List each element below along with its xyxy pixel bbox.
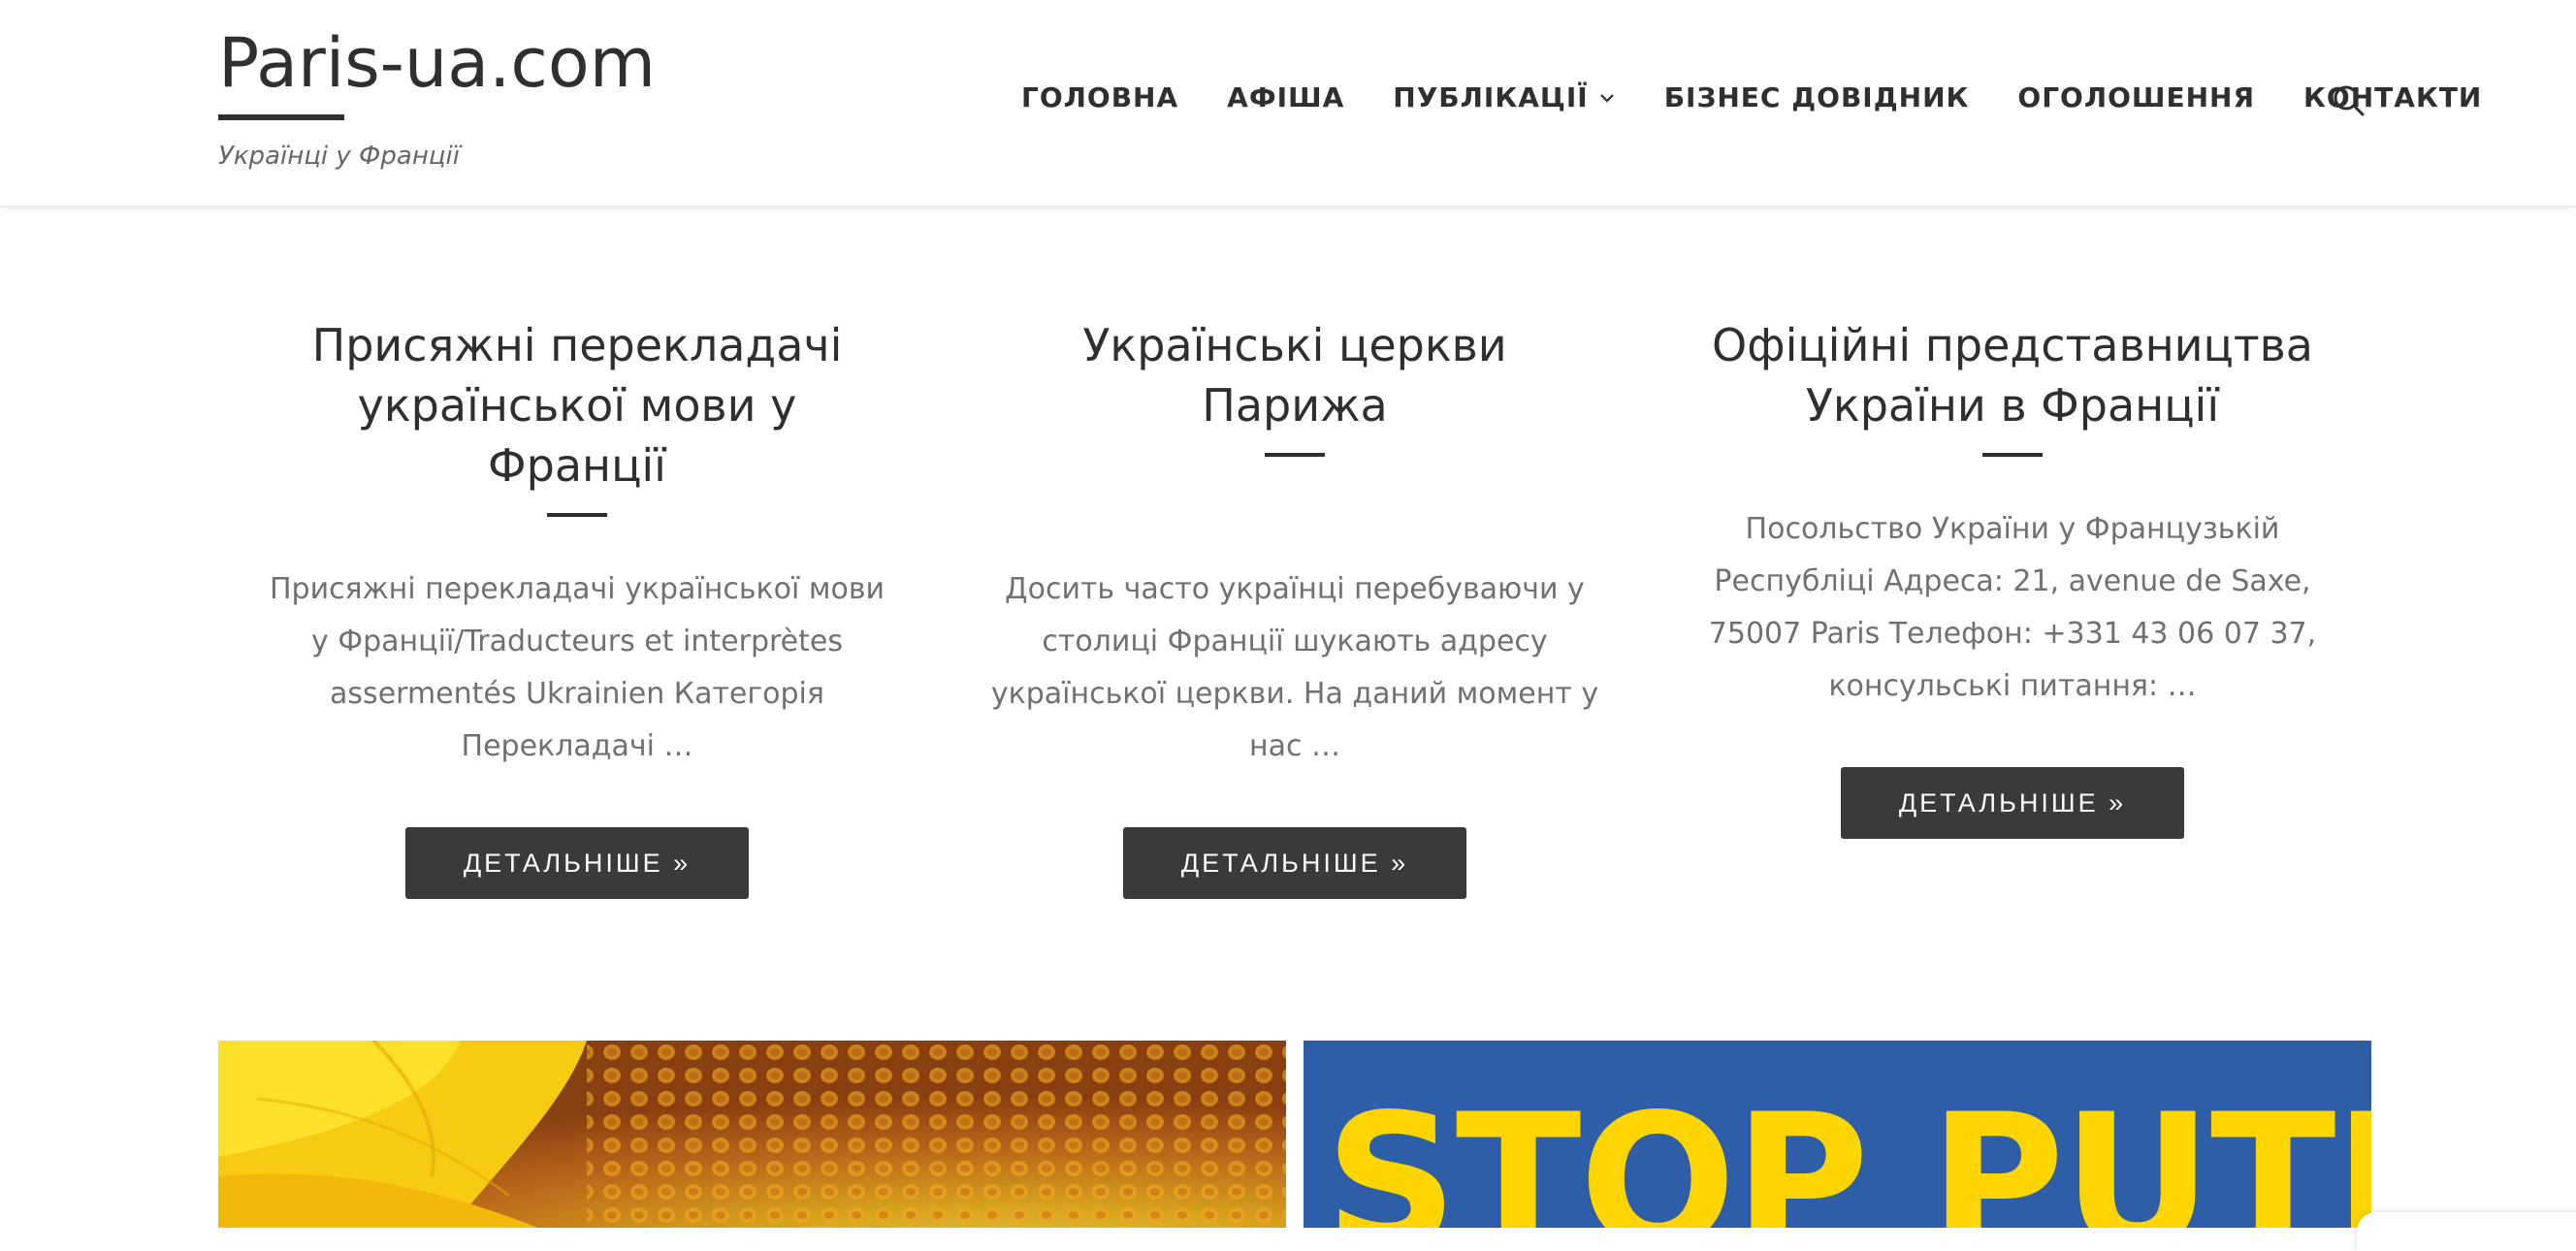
brand-underline [218, 114, 344, 120]
nav-item-contacts[interactable]: КОНТАКТИ [2303, 81, 2482, 113]
nav-label: ГОЛОВНА [1021, 81, 1179, 113]
nav-label: БІЗНЕС ДОВІДНИК [1663, 81, 1970, 113]
nav-item-home[interactable]: ГОЛОВНА [1021, 81, 1178, 113]
details-button[interactable]: ДЕТАЛЬНІШЕ » [405, 827, 749, 899]
featured-card: Присяжні перекладачі української мови у … [218, 315, 936, 899]
brand: Paris-ua.com Українці у Франції [218, 21, 656, 171]
stop-putin-banner[interactable]: STOP PUTIN [1304, 1041, 2371, 1228]
nav-label: КОНТАКТИ [2303, 81, 2483, 113]
search-icon[interactable] [2332, 83, 2367, 118]
nav-item-publications[interactable]: ПУБЛІКАЦІЇ [1393, 81, 1615, 113]
nav-label: АФІША [1227, 81, 1345, 113]
card-excerpt: Досить часто українці перебуваючи у стол… [990, 572, 1599, 763]
card-excerpt: Посольство України у Французькій Республ… [1708, 512, 2317, 703]
featured-pages: Присяжні перекладачі української мови у … [218, 315, 2371, 899]
title-divider [1265, 453, 1325, 457]
title-divider [1982, 453, 2043, 457]
details-button[interactable]: ДЕТАЛЬНІШЕ » [1123, 827, 1466, 899]
site-header: Paris-ua.com Українці у Франції ГОЛОВНА … [0, 0, 2576, 207]
main-nav: ГОЛОВНА АФІША ПУБЛІКАЦІЇ БІЗНЕС ДОВІДНИК… [1021, 81, 2482, 113]
site-title[interactable]: Paris-ua.com [218, 21, 656, 105]
banner-text: STOP PUTIN [1325, 1075, 2371, 1229]
featured-card: Офіційні представництва України в Франці… [1654, 315, 2371, 899]
chevron-down-icon [1598, 92, 1616, 104]
nav-item-business-directory[interactable]: БІЗНЕС ДОВІДНИК [1664, 81, 1970, 113]
nav-label: ПУБЛІКАЦІЇ [1393, 81, 1589, 113]
card-title[interactable]: Офіційні представництва України в Франці… [1702, 315, 2323, 435]
title-divider [547, 513, 607, 517]
card-title[interactable]: Присяжні перекладачі української мови у … [267, 315, 887, 496]
sunflower-image[interactable] [218, 1041, 1286, 1228]
corner-widget[interactable] [2357, 1212, 2576, 1251]
nav-label: ОГОЛОШЕННЯ [2017, 81, 2256, 113]
card-excerpt: Присяжні перекладачі української мови у … [269, 572, 886, 763]
featured-card: Українські церкви Парижа Досить часто ук… [936, 315, 1654, 899]
site-tagline: Українці у Франції [218, 142, 461, 171]
details-button[interactable]: ДЕТАЛЬНІШЕ » [1841, 767, 2184, 839]
nav-item-events[interactable]: АФІША [1227, 81, 1344, 113]
nav-item-classifieds[interactable]: ОГОЛОШЕННЯ [2017, 81, 2255, 113]
card-title[interactable]: Українські церкви Парижа [984, 315, 1605, 435]
